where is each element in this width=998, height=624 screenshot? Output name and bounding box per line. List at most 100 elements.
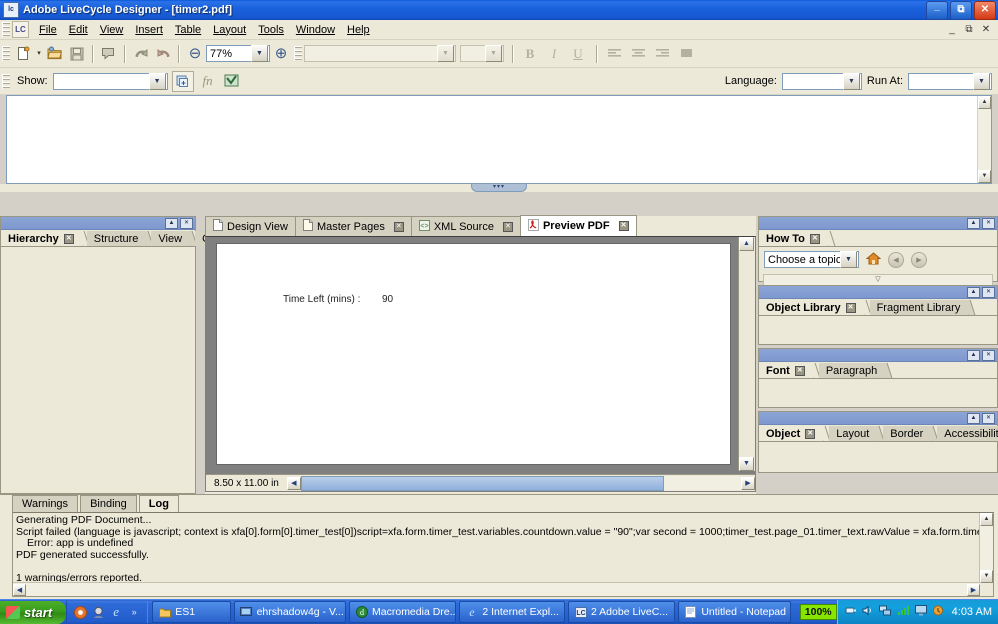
pdf-vertical-scrollbar[interactable]: ▲ ▼	[738, 237, 755, 471]
show-event-combo[interactable]: ▼	[52, 72, 168, 90]
script-toolbar-grip[interactable]	[2, 73, 10, 89]
script-editor-scrollbar[interactable]: ▲ ▼	[977, 96, 991, 183]
media-player-icon[interactable]	[73, 605, 87, 619]
font-panel-content[interactable]	[759, 379, 997, 407]
home-icon[interactable]	[865, 251, 882, 268]
tab-hierarchy[interactable]: Hierarchy ✕	[1, 231, 90, 246]
tab-howto-close-icon[interactable]: ✕	[809, 233, 820, 244]
log-scroll-right-icon[interactable]: ▶	[967, 583, 980, 596]
object-library-content[interactable]	[759, 316, 997, 344]
howto-topic-combo[interactable]: Choose a topic... ▼	[764, 251, 859, 268]
hscroll-thumb[interactable]	[300, 475, 664, 491]
start-button[interactable]: start	[0, 600, 67, 624]
object-panel-collapse-button[interactable]: ▲	[967, 412, 980, 424]
font-panel-close-button[interactable]: ✕	[982, 349, 995, 361]
tab-howto[interactable]: How To ✕	[759, 231, 836, 246]
log-output[interactable]: Generating PDF Document... Script failed…	[12, 512, 994, 597]
howto-scroll-down-icon[interactable]: ▽	[875, 275, 880, 284]
tab-object-library-close-icon[interactable]: ✕	[845, 302, 856, 313]
task-button[interactable]: e 2 Internet Expl... ▼	[459, 601, 565, 623]
tab-view[interactable]: View	[151, 231, 198, 246]
align-center-button[interactable]	[626, 43, 650, 64]
internet-explorer-icon[interactable]: e	[109, 604, 123, 619]
new-document-icon[interactable]	[12, 43, 34, 64]
tab-preview-pdf[interactable]: Preview PDF ✕	[519, 215, 637, 236]
tab-log[interactable]: Log	[138, 495, 179, 512]
script-editor[interactable]: ▲ ▼	[6, 95, 992, 184]
menu-layout[interactable]: Layout	[207, 22, 252, 38]
object-panel-close-button[interactable]: ✕	[982, 412, 995, 424]
tab-layout[interactable]: Layout	[829, 426, 885, 441]
forward-icon[interactable]: ▶	[911, 251, 927, 268]
maximize-button[interactable]: ⧉	[950, 0, 972, 20]
redo-icon[interactable]	[152, 43, 174, 64]
pdf-horizontal-scrollbar[interactable]	[300, 475, 741, 491]
close-button[interactable]: ✕	[974, 0, 996, 20]
howto-close-button[interactable]: ✕	[982, 217, 995, 229]
task-button[interactable]: ehrshadow4g - V...	[233, 601, 347, 623]
log-scroll-down-icon[interactable]: ▼	[980, 570, 993, 583]
log-scroll-up-icon[interactable]: ▲	[980, 513, 993, 526]
object-library-close-button[interactable]: ✕	[982, 286, 995, 298]
tab-accessibility[interactable]: Accessibility	[937, 426, 998, 441]
howto-topic-chevron-down-icon[interactable]: ▼	[840, 251, 857, 268]
pdf-preview-viewport[interactable]: Time Left (mins) : 90 ▲ ▼ 8.50 x 11.00 i…	[205, 236, 756, 492]
tab-font-close-icon[interactable]: ✕	[794, 365, 805, 376]
task-dropdown-chevron-icon[interactable]: ▼	[674, 609, 675, 616]
hscroll-left-icon[interactable]: ◀	[286, 476, 301, 490]
align-justify-button[interactable]	[674, 43, 698, 64]
tab-object[interactable]: Object ✕	[759, 426, 831, 441]
hscroll-right-icon[interactable]: ▶	[741, 476, 755, 490]
power-icon[interactable]	[845, 605, 857, 619]
log-scroll-left-icon[interactable]: ◀	[13, 583, 26, 596]
menu-grip[interactable]	[2, 22, 10, 37]
volume-icon[interactable]	[862, 605, 874, 619]
font-panel-gripbar[interactable]: ▲ ✕	[759, 349, 997, 362]
mdi-minimize-button[interactable]: _	[944, 23, 960, 37]
font-size-combo[interactable]: ▼	[460, 45, 504, 62]
menu-window[interactable]: Window	[290, 22, 341, 38]
menu-table[interactable]: Table	[169, 22, 207, 38]
menu-tools[interactable]: Tools	[252, 22, 290, 38]
mdi-close-button[interactable]: ✕	[978, 23, 994, 37]
undo-icon[interactable]	[130, 43, 152, 64]
task-button[interactable]: LC 2 Adobe LiveC... ▼	[568, 601, 676, 623]
task-button[interactable]: Untitled - Notepad	[678, 601, 791, 623]
language-chevron-down-icon[interactable]: ▼	[842, 72, 860, 90]
function-icon[interactable]: fn	[198, 72, 218, 91]
new-document-dropdown-icon[interactable]: ▾	[34, 43, 44, 64]
toolbar-grip-format[interactable]	[294, 46, 302, 61]
align-right-button[interactable]	[650, 43, 674, 64]
expand-script-editor-icon[interactable]	[171, 70, 194, 92]
script-validate-icon[interactable]	[222, 72, 242, 91]
open-file-icon[interactable]	[44, 43, 66, 64]
mdi-restore-button[interactable]: ⧉	[961, 23, 977, 37]
tab-master-pages-close-icon[interactable]: ✕	[393, 221, 404, 232]
log-horizontal-scrollbar[interactable]: ◀ ▶	[13, 582, 980, 596]
chevron-more-icon[interactable]: »	[127, 605, 141, 619]
script-scroll-down-icon[interactable]: ▼	[978, 170, 991, 183]
font-name-combo[interactable]: ▼	[304, 45, 456, 62]
save-icon[interactable]	[66, 43, 88, 64]
runat-chevron-down-icon[interactable]: ▼	[973, 72, 990, 90]
object-library-gripbar[interactable]: ▲ ✕	[759, 286, 997, 299]
tab-font[interactable]: Font ✕	[759, 363, 821, 378]
menu-insert[interactable]: Insert	[129, 22, 169, 38]
tab-hierarchy-close-icon[interactable]: ✕	[63, 233, 74, 244]
toolbar-grip-standard[interactable]	[2, 46, 10, 61]
task-button[interactable]: d Macromedia Dre...	[349, 601, 457, 623]
minimize-button[interactable]: _	[926, 0, 948, 20]
tab-preview-pdf-close-icon[interactable]: ✕	[618, 221, 629, 231]
splitter-handle[interactable]: ▾▾▾	[471, 184, 527, 192]
update-icon[interactable]	[932, 605, 944, 619]
script-scroll-up-icon[interactable]: ▲	[978, 96, 991, 109]
tab-design-view[interactable]: Design View	[205, 216, 296, 236]
menu-edit[interactable]: Edit	[63, 22, 94, 38]
signal-icon[interactable]	[897, 605, 910, 619]
menu-help[interactable]: Help	[341, 22, 376, 38]
left-dock-gripbar[interactable]: ▲ ✕	[1, 217, 195, 230]
left-dock-collapse-button[interactable]: ▲	[165, 217, 178, 229]
zoom-in-icon[interactable]: ⊕	[270, 43, 292, 64]
font-size-chevron-down-icon[interactable]: ▼	[485, 45, 502, 62]
horizontal-splitter[interactable]: ▾▾▾	[0, 184, 998, 192]
